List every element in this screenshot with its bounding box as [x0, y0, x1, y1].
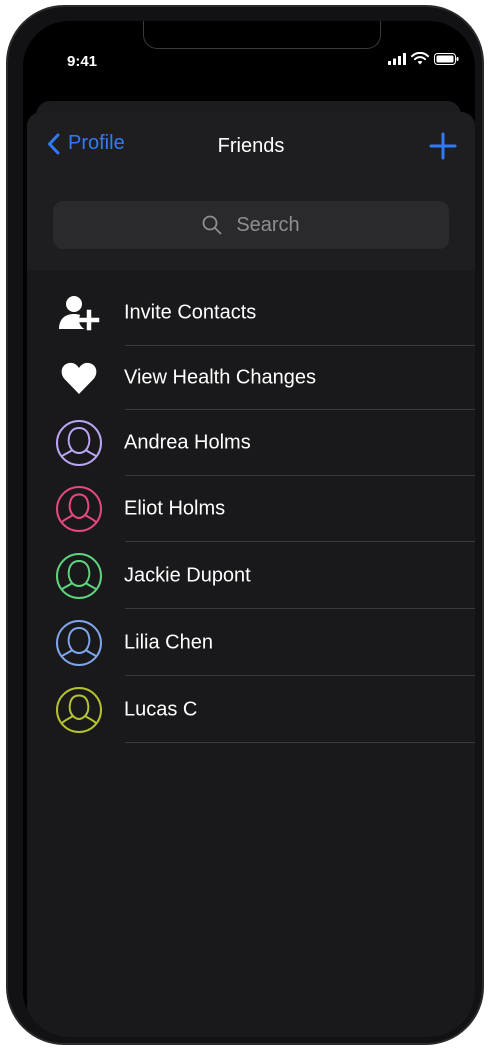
phone-frame: 9:41 Profile Friends Search Invite Conta…: [6, 5, 484, 1045]
sheet-header: Profile Friends Search: [27, 112, 475, 270]
friends-sheet: Profile Friends Search Invite Contacts V…: [27, 112, 475, 1037]
avatar-icon: [55, 619, 103, 667]
friend-row[interactable]: Lilia Chen: [27, 609, 475, 676]
friend-row[interactable]: Lucas C: [27, 676, 475, 743]
friend-name: Eliot Holms: [124, 497, 226, 520]
row-label: Invite Contacts: [124, 301, 257, 324]
screen: 9:41 Profile Friends Search Invite Conta…: [23, 21, 475, 1037]
search-input[interactable]: Search: [53, 201, 449, 249]
divider: [125, 742, 475, 743]
search-icon: [202, 215, 222, 235]
row-label: View Health Changes: [124, 366, 316, 389]
avatar-icon: [55, 552, 103, 600]
friend-row[interactable]: Andrea Holms: [27, 410, 475, 476]
search-placeholder: Search: [236, 213, 300, 236]
heart-icon: [55, 354, 103, 402]
friend-name: Lilia Chen: [124, 631, 213, 653]
wifi-icon: [411, 52, 429, 65]
page-title: Friends: [217, 135, 285, 157]
friend-name: Jackie Dupont: [124, 564, 251, 586]
friend-name: Andrea Holms: [124, 431, 251, 454]
status-icons: [388, 52, 459, 65]
friend-name: Lucas C: [124, 698, 198, 720]
add-user-icon: [55, 289, 103, 337]
status-time: 9:41: [67, 53, 98, 70]
notch: [143, 21, 381, 49]
avatar-icon: [55, 485, 103, 533]
signal-icon: [388, 52, 406, 65]
view-health-changes-row[interactable]: View Health Changes: [27, 346, 475, 410]
avatar-icon: [55, 686, 103, 734]
avatar-icon: [55, 419, 103, 467]
invite-contacts-row[interactable]: Invite Contacts: [27, 280, 475, 346]
friend-row[interactable]: Eliot Holms: [27, 476, 475, 542]
battery-icon: [434, 52, 459, 65]
add-friend-button[interactable]: [427, 130, 459, 162]
plus-icon: [429, 132, 457, 160]
friend-row[interactable]: Jackie Dupont: [27, 542, 475, 609]
